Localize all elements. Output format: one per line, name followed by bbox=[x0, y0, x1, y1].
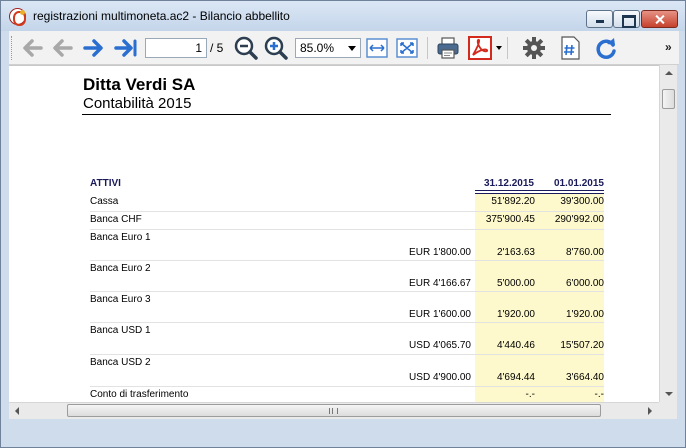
close-button[interactable] bbox=[641, 10, 678, 28]
vertical-scrollbar[interactable] bbox=[659, 65, 677, 402]
row-label: Banca Euro 3 bbox=[90, 294, 151, 305]
row-label: Banca CHF bbox=[90, 214, 142, 225]
table-row: Cassa 51'892.20 39'300.00 bbox=[90, 194, 604, 212]
toolbar-separator bbox=[427, 37, 428, 59]
vertical-scroll-thumb[interactable] bbox=[662, 89, 675, 109]
column-header-2015-end: 31.12.2015 bbox=[483, 178, 534, 189]
toolbar-separator bbox=[507, 37, 508, 59]
currency-amount: EUR 1'600.00 bbox=[409, 309, 471, 320]
value-current: 1'920.00 bbox=[496, 309, 535, 320]
title-bar[interactable]: registrazioni multimoneta.ac2 - Bilancio… bbox=[1, 1, 685, 31]
table-row: Banca CHF 375'900.45 290'992.00 bbox=[90, 212, 604, 230]
currency-amount: USD 4'065.70 bbox=[409, 340, 471, 351]
value-previous: 3'664.40 bbox=[565, 372, 604, 383]
horizontal-scrollbar[interactable] bbox=[9, 402, 659, 419]
window-bottom-frame bbox=[9, 419, 679, 441]
scroll-left-icon[interactable] bbox=[9, 403, 26, 419]
pdf-menu-arrow-icon[interactable] bbox=[496, 46, 502, 50]
back-icon[interactable] bbox=[19, 36, 45, 60]
print-icon[interactable] bbox=[435, 36, 461, 60]
scrollbar-corner bbox=[659, 402, 677, 419]
zoom-select[interactable]: 85.0% bbox=[295, 38, 361, 58]
scroll-up-icon[interactable] bbox=[660, 65, 677, 82]
chevron-down-icon bbox=[348, 46, 356, 51]
fit-page-icon[interactable] bbox=[394, 36, 420, 60]
back-disabled-icon[interactable] bbox=[49, 36, 75, 60]
value-current: 4'694.44 bbox=[496, 372, 535, 383]
row-label: Banca USD 2 bbox=[90, 357, 151, 368]
fit-width-icon[interactable] bbox=[364, 36, 390, 60]
table-row: Banca Euro 3 EUR 1'600.00 1'920.00 1'920… bbox=[90, 292, 604, 323]
forward-icon[interactable] bbox=[81, 36, 107, 60]
value-current: 2'163.63 bbox=[496, 247, 535, 258]
report-viewport[interactable]: Ditta Verdi SA Contabilità 2015 ATTIVI 3… bbox=[9, 65, 659, 402]
zoom-in-icon[interactable] bbox=[263, 36, 289, 60]
scroll-right-icon[interactable] bbox=[642, 403, 659, 419]
row-label: Banca USD 1 bbox=[90, 325, 151, 336]
table-row: Banca Euro 1 EUR 1'800.00 2'163.63 8'760… bbox=[90, 230, 604, 261]
value-previous: 15'507.20 bbox=[560, 340, 604, 351]
row-label: Banca Euro 1 bbox=[90, 232, 151, 243]
value-current: 375'900.45 bbox=[485, 214, 535, 225]
row-label: Banca Euro 2 bbox=[90, 263, 151, 274]
zoom-out-icon[interactable] bbox=[233, 36, 259, 60]
row-label: Conto di trasferimento bbox=[90, 389, 189, 400]
last-page-icon[interactable] bbox=[113, 36, 139, 60]
currency-amount: EUR 1'800.00 bbox=[409, 247, 471, 258]
value-previous: 1'920.00 bbox=[565, 309, 604, 320]
row-label: Cassa bbox=[90, 196, 119, 207]
toolbar-grip[interactable] bbox=[11, 36, 14, 60]
table-row: Banca USD 1 USD 4'065.70 4'440.46 15'507… bbox=[90, 323, 604, 355]
page-number-icon[interactable] bbox=[557, 36, 583, 60]
page-total: / 5 bbox=[210, 41, 224, 55]
value-previous: 39'300.00 bbox=[560, 196, 604, 207]
value-current: 5'000.00 bbox=[496, 278, 535, 289]
page-number-input[interactable]: 1 bbox=[145, 38, 207, 58]
table-row: Banca Euro 2 EUR 4'166.67 5'000.00 6'000… bbox=[90, 261, 604, 292]
column-header-2015-start: 01.01.2015 bbox=[553, 178, 604, 189]
report-subtitle: Contabilità 2015 bbox=[83, 95, 192, 112]
settings-icon[interactable] bbox=[521, 36, 547, 60]
horizontal-scroll-thumb[interactable] bbox=[67, 404, 601, 417]
zoom-value: 85.0% bbox=[300, 41, 335, 55]
value-previous: 290'992.00 bbox=[554, 214, 604, 225]
app-window: registrazioni multimoneta.ac2 - Bilancio… bbox=[0, 0, 686, 448]
toolbar-overflow-button[interactable]: » bbox=[665, 40, 672, 54]
currency-amount: EUR 4'166.67 bbox=[409, 278, 471, 289]
pdf-icon[interactable] bbox=[467, 36, 493, 60]
value-previous: 8'760.00 bbox=[565, 247, 604, 258]
value-current: -.- bbox=[525, 389, 535, 400]
currency-amount: USD 4'900.00 bbox=[409, 372, 471, 383]
value-previous: 6'000.00 bbox=[565, 278, 604, 289]
section-label: ATTIVI bbox=[90, 178, 121, 189]
title-rule bbox=[82, 114, 611, 115]
window-title: registrazioni multimoneta.ac2 - Bilancio… bbox=[33, 9, 290, 23]
minimize-button[interactable] bbox=[586, 10, 613, 28]
value-current: 51'892.20 bbox=[491, 196, 535, 207]
value-previous: -.- bbox=[594, 389, 604, 400]
value-current: 4'440.46 bbox=[496, 340, 535, 351]
app-logo-icon bbox=[9, 8, 26, 26]
refresh-icon[interactable] bbox=[593, 36, 619, 60]
toolbar: 1 / 5 85.0% » bbox=[9, 31, 679, 65]
table-row: Conto di trasferimento -.- -.- bbox=[90, 387, 604, 402]
table-row: Banca USD 2 USD 4'900.00 4'694.44 3'664.… bbox=[90, 355, 604, 387]
company-name: Ditta Verdi SA bbox=[83, 75, 196, 94]
scroll-down-icon[interactable] bbox=[660, 385, 677, 402]
maximize-button[interactable] bbox=[613, 10, 640, 28]
